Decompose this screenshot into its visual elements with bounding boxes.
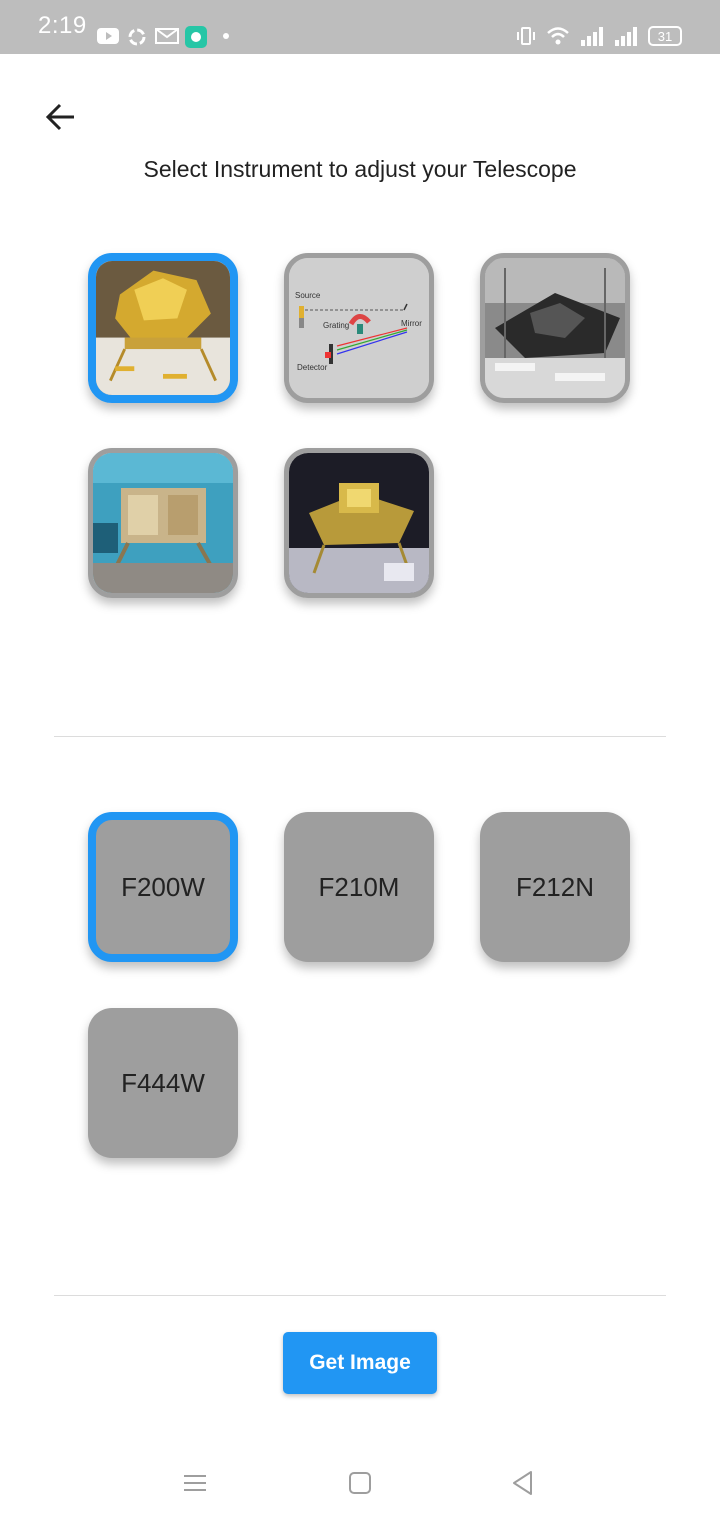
filter-label: F210M — [318, 871, 400, 902]
filter-tile-f212n[interactable]: F212N — [480, 812, 630, 962]
dot-icon — [223, 33, 229, 39]
instrument-photo-3 — [485, 258, 625, 398]
wifi-icon — [547, 27, 569, 45]
page-title: Select Instrument to adjust your Telesco… — [143, 156, 577, 182]
filter-tile-f200w[interactable]: F200W — [88, 812, 238, 962]
filter-label: F444W — [121, 1067, 205, 1098]
battery-indicator: 31 — [648, 26, 682, 46]
section-divider — [54, 736, 666, 737]
filter-label: F212N — [515, 871, 595, 902]
filter-label: F200W — [121, 871, 205, 902]
instrument-diagram-2: Source Grating Mirror Detector — [289, 258, 429, 398]
menu-icon — [184, 1475, 206, 1491]
get-image-button[interactable]: Get Image — [283, 1332, 437, 1394]
vibrate-icon — [517, 27, 535, 45]
diagram-label-grating: Grating — [323, 321, 349, 330]
diagram-label-source: Source — [295, 291, 321, 300]
instrument-tile-3[interactable] — [480, 253, 630, 403]
instrument-photo-5 — [289, 453, 429, 593]
instrument-tile-5[interactable] — [284, 448, 434, 598]
chat-app-icon — [185, 26, 207, 48]
instrument-photo-4 — [93, 453, 233, 593]
filter-tile-f444w[interactable]: F444W — [88, 1008, 238, 1158]
system-nav-bar — [0, 1440, 720, 1520]
status-bar: 2:19 31 — [0, 0, 720, 54]
instrument-tile-2[interactable]: Source Grating Mirror Detector — [284, 253, 434, 403]
triangle-back-icon — [513, 1471, 532, 1495]
mail-icon — [155, 28, 179, 44]
instrument-tile-1[interactable] — [88, 253, 238, 403]
signal-icon — [581, 27, 603, 46]
diagram-label-mirror: Mirror — [401, 319, 422, 328]
sync-icon — [128, 28, 146, 46]
instrument-tile-4[interactable] — [88, 448, 238, 598]
status-time: 2:19 — [38, 12, 87, 39]
status-right-icons: 31 — [516, 26, 682, 46]
signal-icon — [615, 27, 637, 46]
system-back-button[interactable] — [508, 1468, 538, 1498]
section-divider — [54, 1295, 666, 1296]
back-button[interactable] — [40, 96, 82, 138]
instrument-photo-1 — [96, 261, 230, 395]
youtube-icon — [97, 28, 119, 44]
filter-tile-f210m[interactable]: F210M — [284, 812, 434, 962]
square-icon — [349, 1472, 371, 1494]
diagram-label-detector: Detector — [297, 363, 328, 372]
recents-button[interactable] — [180, 1468, 210, 1498]
home-button[interactable] — [345, 1468, 375, 1498]
arrow-back-icon — [45, 103, 74, 131]
